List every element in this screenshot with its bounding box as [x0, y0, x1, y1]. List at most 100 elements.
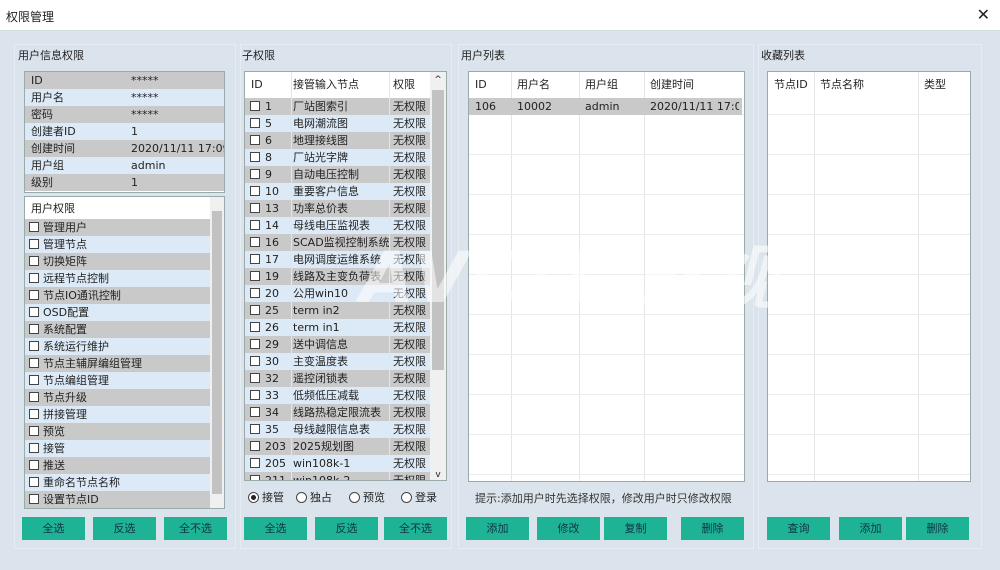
button-0[interactable]: 查询 [767, 517, 830, 540]
table-row[interactable]: 17 电网调度运维系统 无权限 [245, 251, 430, 268]
perm-item[interactable]: 系统配置 [25, 321, 210, 338]
checkbox[interactable] [250, 441, 260, 451]
checkbox[interactable] [29, 239, 39, 249]
checkbox[interactable] [250, 254, 260, 264]
checkbox[interactable] [250, 220, 260, 230]
button-3[interactable]: 删除 [681, 517, 744, 540]
checkbox[interactable] [250, 424, 260, 434]
checkbox[interactable] [250, 407, 260, 417]
perm-item[interactable]: 设置节点ID [25, 491, 210, 508]
checkbox[interactable] [250, 339, 260, 349]
button-1[interactable]: 修改 [537, 517, 600, 540]
checkbox[interactable] [29, 426, 39, 436]
button-1[interactable]: 反选 [93, 517, 156, 540]
checkbox[interactable] [29, 341, 39, 351]
table-row[interactable]: 33 低频低压减载 无权限 [245, 387, 430, 404]
button-2[interactable]: 全不选 [164, 517, 227, 540]
table-row[interactable]: 34 线路热稳定限流表 无权限 [245, 404, 430, 421]
checkbox[interactable] [29, 324, 39, 334]
checkbox[interactable] [250, 305, 260, 315]
table-row[interactable]: 9 自动电压控制 无权限 [245, 166, 430, 183]
perm-item[interactable]: 重命名节点名称 [25, 474, 210, 491]
checkbox[interactable] [29, 358, 39, 368]
checkbox[interactable] [250, 135, 260, 145]
table-row[interactable]: 19 线路及主变负荷表 无权限 [245, 268, 430, 285]
checkbox[interactable] [29, 290, 39, 300]
radio-icon[interactable] [248, 492, 259, 503]
checkbox[interactable] [29, 443, 39, 453]
checkbox[interactable] [250, 356, 260, 366]
checkbox[interactable] [29, 494, 39, 504]
perm-item[interactable]: 管理节点 [25, 236, 210, 253]
table-row[interactable]: 26 term in1 无权限 [245, 319, 430, 336]
table-row[interactable]: 6 地理接线图 无权限 [245, 132, 430, 149]
checkbox[interactable] [29, 256, 39, 266]
checkbox[interactable] [29, 477, 39, 487]
checkbox[interactable] [29, 307, 39, 317]
perm-item[interactable]: OSD配置 [25, 304, 210, 321]
checkbox[interactable] [29, 392, 39, 402]
checkbox[interactable] [250, 271, 260, 281]
button-0[interactable]: 全选 [244, 517, 307, 540]
scroll-up-icon[interactable]: ^ [430, 72, 446, 88]
table-row[interactable]: 205 win108k-1 无权限 [245, 455, 430, 472]
table-row[interactable]: 5 电网潮流图 无权限 [245, 115, 430, 132]
checkbox[interactable] [250, 237, 260, 247]
radio-icon[interactable] [349, 492, 360, 503]
perm-item[interactable]: 远程节点控制 [25, 270, 210, 287]
table-row[interactable]: 106 10002 admin 2020/11/11 17:09:55 [469, 98, 742, 115]
table-row[interactable]: 29 送中调信息 无权限 [245, 336, 430, 353]
table-row[interactable]: 32 遥控闭锁表 无权限 [245, 370, 430, 387]
perm-scrollbar[interactable] [210, 197, 224, 508]
button-2[interactable]: 复制 [604, 517, 667, 540]
radio-0[interactable]: 接管 [248, 489, 284, 505]
perm-item[interactable]: 接管 [25, 440, 210, 457]
button-2[interactable]: 删除 [906, 517, 969, 540]
button-2[interactable]: 全不选 [384, 517, 447, 540]
checkbox[interactable] [250, 322, 260, 332]
radio-3[interactable]: 登录 [401, 489, 437, 505]
table-row[interactable]: 1 厂站图索引 无权限 [245, 98, 430, 115]
perm-item[interactable]: 节点升级 [25, 389, 210, 406]
table-row[interactable]: 203 2025规划图 无权限 [245, 438, 430, 455]
table-row[interactable]: 25 term in2 无权限 [245, 302, 430, 319]
button-0[interactable]: 全选 [22, 517, 85, 540]
checkbox[interactable] [250, 373, 260, 383]
perm-item[interactable]: 节点IO通讯控制 [25, 287, 210, 304]
checkbox[interactable] [250, 458, 260, 468]
checkbox[interactable] [250, 152, 260, 162]
checkbox[interactable] [29, 460, 39, 470]
radio-icon[interactable] [296, 492, 307, 503]
table-row[interactable]: 30 主变温度表 无权限 [245, 353, 430, 370]
button-1[interactable]: 反选 [315, 517, 378, 540]
table-row[interactable]: 211 win108k-2 无权限 [245, 472, 430, 480]
radio-icon[interactable] [401, 492, 412, 503]
perm-item[interactable]: 管理用户 [25, 219, 210, 236]
checkbox[interactable] [29, 222, 39, 232]
table-row[interactable]: 8 厂站光字牌 无权限 [245, 149, 430, 166]
perm-item[interactable]: 节点编组管理 [25, 372, 210, 389]
checkbox[interactable] [250, 101, 260, 111]
radio-1[interactable]: 独占 [296, 489, 332, 505]
checkbox[interactable] [250, 169, 260, 179]
checkbox[interactable] [250, 186, 260, 196]
perm-item[interactable]: 节点主辅屏编组管理 [25, 355, 210, 372]
close-icon[interactable]: ✕ [977, 5, 990, 24]
checkbox[interactable] [250, 390, 260, 400]
table-row[interactable]: 14 母线电压监视表 无权限 [245, 217, 430, 234]
checkbox[interactable] [250, 475, 260, 480]
button-1[interactable]: 添加 [839, 517, 902, 540]
checkbox[interactable] [29, 375, 39, 385]
table-row[interactable]: 20 公用win10 无权限 [245, 285, 430, 302]
checkbox[interactable] [250, 118, 260, 128]
table-row[interactable]: 13 功率总价表 无权限 [245, 200, 430, 217]
radio-2[interactable]: 预览 [349, 489, 385, 505]
perm-item[interactable]: 系统运行维护 [25, 338, 210, 355]
table-row[interactable]: 10 重要客户信息 无权限 [245, 183, 430, 200]
perm-item[interactable]: 拼接管理 [25, 406, 210, 423]
checkbox[interactable] [250, 288, 260, 298]
checkbox[interactable] [250, 203, 260, 213]
perm-item[interactable]: 推送 [25, 457, 210, 474]
table-row[interactable]: 35 母线越限信息表 无权限 [245, 421, 430, 438]
table-row[interactable]: 16 SCAD监视控制系统 无权限 [245, 234, 430, 251]
